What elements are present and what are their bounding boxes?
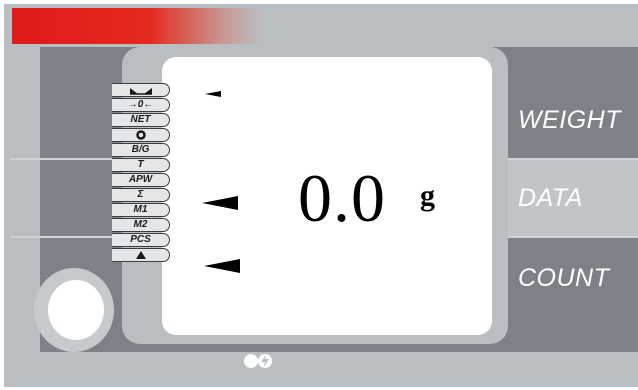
stability-icon [129,88,152,95]
weight-button[interactable]: WEIGHT [518,106,621,135]
up-triangle-icon [135,251,146,259]
ring-indicator [112,128,170,142]
weight-unit: g [420,179,435,212]
indicator-arrow-top [205,91,221,97]
indicator-strip: →0← NET B/G T APW Σ M1 M2 PCS [112,83,170,263]
brand-stripe [12,8,262,44]
power-button[interactable] [48,280,104,340]
sum-indicator: Σ [112,188,170,202]
tare-indicator: T [112,158,170,172]
stability-indicator [112,83,170,97]
ring-icon [135,130,146,140]
power-status-icon [244,354,272,368]
m2-indicator: M2 [112,218,170,232]
net-indicator: NET [112,113,170,127]
m1-indicator: M1 [112,203,170,217]
up-indicator [112,248,170,262]
apw-indicator: APW [112,173,170,187]
data-button[interactable]: DATA [518,184,583,213]
indicator-arrow-m2 [204,259,240,273]
bg-indicator: B/G [112,143,170,157]
indicator-arrow-apw [202,196,238,210]
zero-indicator: →0← [112,98,170,112]
pcs-indicator: PCS [112,233,170,247]
count-button[interactable]: COUNT [518,264,609,293]
weight-reading: 0.0 [298,160,386,236]
